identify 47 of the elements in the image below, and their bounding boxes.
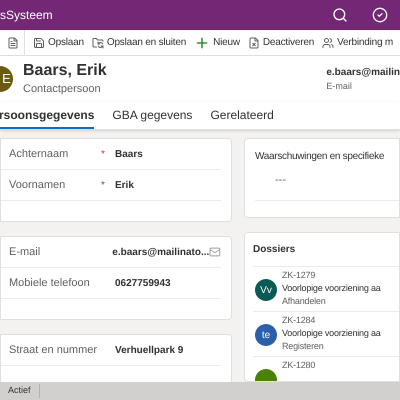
dossier-description: Voorlopige voorziening aa <box>282 327 381 340</box>
toolbar-button[interactable]: Verbinding m <box>318 30 398 55</box>
save-icon <box>33 36 45 48</box>
dossier-status: Afhandelen <box>282 295 327 308</box>
header-email-label: E-mail <box>326 80 353 93</box>
header-email: e.baars@mailin <box>326 66 400 80</box>
field-value[interactable]: 0627759943 <box>115 276 171 290</box>
field-label: Achternaam <box>8 146 70 162</box>
mail-icon <box>209 246 221 258</box>
form-icon <box>7 36 19 48</box>
section-title: Waarschuwingen en specifieke <box>255 150 386 164</box>
people-icon <box>322 36 334 48</box>
search-button[interactable] <box>332 7 348 23</box>
field-value: --- <box>274 173 287 188</box>
dossier-description: Voorlopige voorziening aa <box>282 282 381 295</box>
field-label: Mobiele telefoon <box>8 276 91 291</box>
toolbar-button[interactable]: Opslaan <box>29 30 88 55</box>
save-close-icon <box>92 36 104 48</box>
recommended-mark: * <box>101 178 105 192</box>
dossier-status: Registeren <box>282 340 325 353</box>
record-status: Actief <box>8 384 40 398</box>
avatar: te <box>255 324 277 346</box>
dossier-number[interactable]: ZK-1279 <box>282 269 381 282</box>
avatar: E <box>0 66 13 92</box>
field-label: Straat en nummer <box>8 342 98 358</box>
toolbar-button[interactable]: Nieuw <box>190 30 244 55</box>
field-label: E-mail <box>8 244 42 260</box>
required-mark: * <box>101 148 105 162</box>
field-value[interactable]: Verhuellpark 9 <box>115 342 184 358</box>
field-label: Voornamen <box>8 178 66 193</box>
toolbar-button[interactable]: Opslaan en sluiten <box>88 30 190 55</box>
tab[interactable]: Gerelateerd <box>210 102 274 129</box>
app-title: sSysteem <box>0 7 53 24</box>
dossier-number[interactable]: ZK-1284 <box>282 314 381 327</box>
field-value[interactable]: Baars <box>115 146 143 162</box>
field-value[interactable]: Erik <box>115 178 134 192</box>
record-name: Baars, Erik <box>23 60 107 81</box>
field-value[interactable]: e.baars@mailinato... <box>112 244 210 260</box>
dossier-number[interactable]: ZK-1280 <box>282 359 316 372</box>
avatar: Vv <box>255 279 277 301</box>
tab[interactable]: GBA gegevens <box>112 102 192 129</box>
tab[interactable]: rsoonsgegevens <box>0 102 94 129</box>
document-icon <box>248 36 260 48</box>
record-type: Contactpersoon <box>23 82 102 97</box>
toolbar-button[interactable]: Deactiveren <box>244 30 318 55</box>
section-title: Dossiers <box>253 233 399 267</box>
task-button[interactable] <box>372 7 388 23</box>
